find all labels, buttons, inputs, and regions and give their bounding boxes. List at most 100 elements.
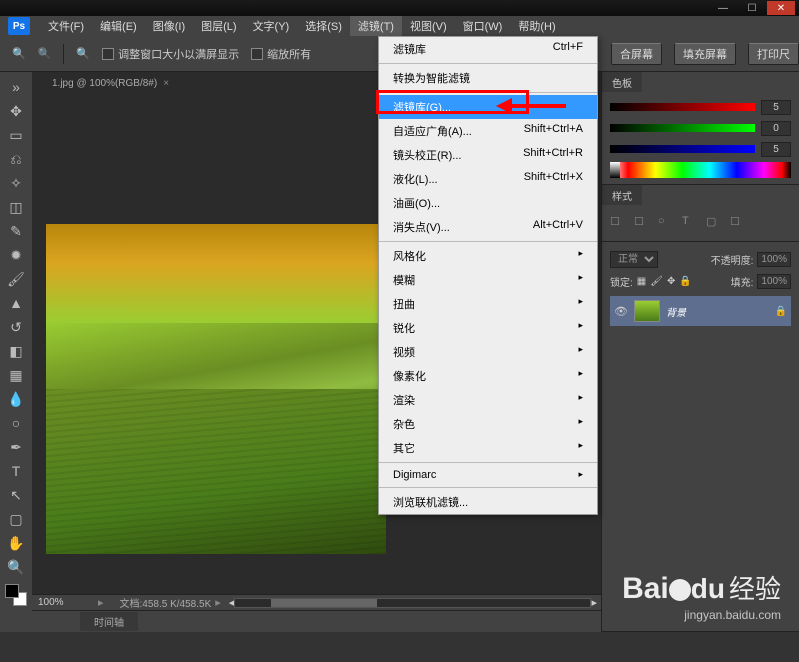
- menu-item[interactable]: 图像(I): [145, 16, 193, 36]
- document-tab[interactable]: 1.jpg @ 100%(RGB/8#) ×: [42, 75, 179, 92]
- hand-tool[interactable]: ✋: [4, 532, 28, 554]
- menu-item[interactable]: 窗口(W): [455, 16, 511, 36]
- shape-tool[interactable]: ▢: [4, 508, 28, 530]
- color-tab[interactable]: 色板: [602, 72, 642, 92]
- r-slider[interactable]: [610, 103, 755, 111]
- blur-tool[interactable]: 💧: [4, 388, 28, 410]
- lock-trans-icon[interactable]: ▦: [637, 276, 646, 287]
- menu-dropdown-item[interactable]: 其它: [379, 436, 597, 460]
- b-slider[interactable]: [610, 145, 755, 153]
- styles-panel: 样式 ☐ ☐ ○ T ▢ ☐: [602, 185, 799, 242]
- fit-screen-button[interactable]: 合屏幕: [611, 43, 662, 65]
- stamp-tool[interactable]: ▲: [4, 292, 28, 314]
- opacity-value[interactable]: 100%: [757, 252, 791, 267]
- doc-info: 文档:458.5 K/458.5K: [110, 595, 212, 610]
- eyedropper-tool[interactable]: ✎: [4, 220, 28, 242]
- gradient-tool[interactable]: ▦: [4, 364, 28, 386]
- h-scrollbar[interactable]: ◂▸: [225, 596, 601, 609]
- style-icon[interactable]: ○: [658, 215, 674, 231]
- menu-dropdown-item[interactable]: 油画(O)...: [379, 191, 597, 215]
- fill-label: 填充:: [731, 274, 754, 289]
- move-tool[interactable]: ✥: [4, 100, 28, 122]
- menu-dropdown-item[interactable]: 视频: [379, 340, 597, 364]
- menu-dropdown-item[interactable]: 锐化: [379, 316, 597, 340]
- color-spectrum[interactable]: [610, 162, 791, 178]
- zoom-tool[interactable]: 🔍: [4, 556, 28, 578]
- dodge-tool[interactable]: ○: [4, 412, 28, 434]
- menu-dropdown-item[interactable]: 模糊: [379, 268, 597, 292]
- menu-item[interactable]: 编辑(E): [92, 16, 145, 36]
- layer-row[interactable]: 👁 背景 🔒: [610, 296, 791, 326]
- lock-paint-icon[interactable]: 🖌: [650, 276, 663, 287]
- b-value[interactable]: 5: [761, 142, 791, 157]
- menu-dropdown-item[interactable]: 转换为智能滤镜: [379, 66, 597, 90]
- style-icon[interactable]: T: [682, 215, 698, 231]
- collapse-icon[interactable]: »: [4, 76, 28, 98]
- print-size-button[interactable]: 打印尺: [748, 43, 799, 65]
- eraser-tool[interactable]: ◧: [4, 340, 28, 362]
- menu-dropdown-item[interactable]: 自适应广角(A)...Shift+Ctrl+A: [379, 119, 597, 143]
- history-brush-tool[interactable]: ↺: [4, 316, 28, 338]
- style-icon[interactable]: ☐: [730, 215, 746, 231]
- crop-tool[interactable]: ◫: [4, 196, 28, 218]
- fg-bg-colors[interactable]: [5, 584, 27, 606]
- lock-all-icon[interactable]: 🔒: [679, 276, 691, 287]
- menu-dropdown-item[interactable]: 扭曲: [379, 292, 597, 316]
- canvas-image: [46, 224, 386, 554]
- r-value[interactable]: 5: [761, 100, 791, 115]
- style-icon[interactable]: ▢: [706, 215, 722, 231]
- menu-dropdown-item[interactable]: Digimarc: [379, 465, 597, 485]
- visibility-icon[interactable]: 👁: [614, 305, 628, 318]
- menu-item[interactable]: 帮助(H): [510, 16, 563, 36]
- styles-tab[interactable]: 样式: [602, 185, 642, 205]
- resize-window-checkbox[interactable]: 调整窗口大小以满屏显示: [102, 46, 239, 62]
- menu-item[interactable]: 图层(L): [193, 16, 244, 36]
- lasso-tool[interactable]: ⎌: [4, 148, 28, 170]
- zoom-plus-icon[interactable]: 🔍: [76, 47, 90, 60]
- zoom-all-checkbox[interactable]: 缩放所有: [251, 46, 311, 62]
- close-button[interactable]: ✕: [767, 1, 795, 15]
- fill-value[interactable]: 100%: [757, 274, 791, 289]
- menu-item[interactable]: 视图(V): [402, 16, 455, 36]
- lock-pos-icon[interactable]: ✥: [667, 276, 675, 287]
- style-icon[interactable]: ☐: [634, 215, 650, 231]
- menu-item[interactable]: 文件(F): [40, 16, 92, 36]
- pen-tool[interactable]: ✒: [4, 436, 28, 458]
- color-panel: 色板 5 0 5: [602, 72, 799, 185]
- minimize-button[interactable]: —: [709, 1, 737, 15]
- path-tool[interactable]: ↖: [4, 484, 28, 506]
- lock-icon: 🔒: [775, 306, 787, 317]
- menu-dropdown-item[interactable]: 杂色: [379, 412, 597, 436]
- maximize-button[interactable]: ☐: [738, 1, 766, 15]
- toolbox: » ✥ ▭ ⎌ ✧ ◫ ✎ ✹ 🖌 ▲ ↺ ◧ ▦ 💧 ○ ✒ T ↖ ▢ ✋ …: [0, 72, 32, 632]
- menu-item[interactable]: 文字(Y): [245, 16, 298, 36]
- timeline-tab[interactable]: 时间轴: [80, 612, 138, 631]
- menu-item[interactable]: 滤镜(T): [350, 16, 402, 36]
- wand-tool[interactable]: ✧: [4, 172, 28, 194]
- menu-dropdown-item[interactable]: 液化(L)...Shift+Ctrl+X: [379, 167, 597, 191]
- zoom-out-icon[interactable]: 🔍: [38, 47, 52, 60]
- menu-dropdown-item[interactable]: 浏览联机滤镜...: [379, 490, 597, 514]
- blend-mode-select[interactable]: 正常: [610, 251, 658, 268]
- timeline-panel: 时间轴: [32, 610, 601, 632]
- menu-dropdown-item[interactable]: 渲染: [379, 388, 597, 412]
- panels: 色板 5 0 5 样式 ☐ ☐ ○ T ▢ ☐: [601, 72, 799, 632]
- healing-tool[interactable]: ✹: [4, 244, 28, 266]
- menubar: Ps 文件(F)编辑(E)图像(I)图层(L)文字(Y)选择(S)滤镜(T)视图…: [0, 16, 799, 36]
- g-slider[interactable]: [610, 124, 755, 132]
- style-icon[interactable]: ☐: [610, 215, 626, 231]
- type-tool[interactable]: T: [4, 460, 28, 482]
- menu-dropdown-item[interactable]: 镜头校正(R)...Shift+Ctrl+R: [379, 143, 597, 167]
- tab-close-icon[interactable]: ×: [163, 78, 169, 89]
- menu-item[interactable]: 选择(S): [297, 16, 350, 36]
- g-value[interactable]: 0: [761, 121, 791, 136]
- marquee-tool[interactable]: ▭: [4, 124, 28, 146]
- menu-dropdown-item[interactable]: 像素化: [379, 364, 597, 388]
- menu-dropdown-item[interactable]: 滤镜库Ctrl+F: [379, 37, 597, 61]
- zoom-level[interactable]: 100%: [32, 597, 92, 608]
- menu-dropdown-item[interactable]: 风格化: [379, 244, 597, 268]
- menu-dropdown-item[interactable]: 消失点(V)...Alt+Ctrl+V: [379, 215, 597, 239]
- fill-screen-button[interactable]: 填充屏幕: [674, 43, 736, 65]
- brush-tool[interactable]: 🖌: [4, 268, 28, 290]
- info-icon[interactable]: ▸: [92, 596, 110, 609]
